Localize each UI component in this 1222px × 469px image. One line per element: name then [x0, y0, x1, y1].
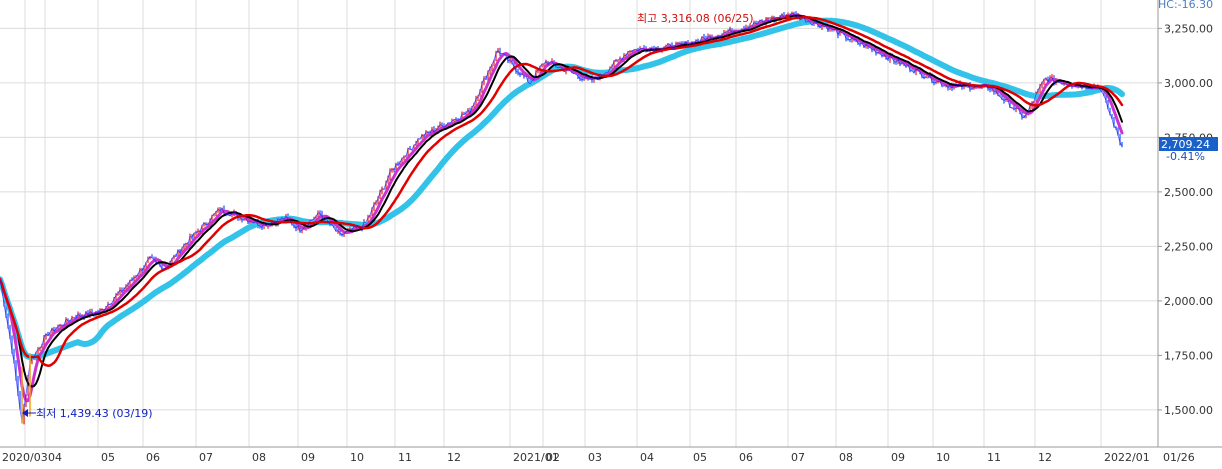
stock-index-chart: 3,250.003,000.002,750.002,500.002,250.00…: [0, 0, 1222, 464]
x-tick-label: 05: [101, 451, 115, 464]
x-tick-label: 07: [199, 451, 213, 464]
y-axis-ticks: 3,250.003,000.002,750.002,500.002,250.00…: [1158, 22, 1213, 417]
x-tick-label: 05: [693, 451, 707, 464]
x-tick-label: 04: [48, 451, 62, 464]
x-tick-label: 2020/03: [2, 451, 48, 464]
x-tick-label: 07: [791, 451, 805, 464]
x-tick-label: 10: [350, 451, 364, 464]
x-tick-label: 09: [301, 451, 315, 464]
x-tick-label: 10: [936, 451, 950, 464]
current-change-label: -0.41%: [1166, 150, 1205, 163]
x-tick-label: 12: [1038, 451, 1052, 464]
x-axis-ticks: 2020/03 04 05 06 07 08 09 10 11 12 2021/0102 03 04 05…: [2, 451, 1150, 464]
x-tick-label: 04: [640, 451, 654, 464]
low-annotation: 최저 1,439.43 (03/19): [22, 407, 153, 420]
top-right-label: HC:-16.30: [1158, 0, 1213, 11]
x-tick-label: 03: [588, 451, 602, 464]
x-tick-label: 12: [447, 451, 461, 464]
x-tick-label: 08: [252, 451, 266, 464]
x-tick-label: 09: [891, 451, 905, 464]
x-tick-label: 11: [987, 451, 1001, 464]
y-tick-label: 2,500.00: [1164, 186, 1213, 199]
current-value-marker: 2,709.24 -0.41%: [1159, 137, 1218, 163]
y-tick-label: 1,500.00: [1164, 404, 1213, 417]
x-tick-label: 06: [739, 451, 753, 464]
x-tick-label: 11: [398, 451, 412, 464]
low-annotation-label: 최저 1,439.43 (03/19): [36, 407, 153, 420]
y-tick-label: 2,000.00: [1164, 295, 1213, 308]
x-tick-label: 2022/01: [1104, 451, 1150, 464]
y-tick-label: 2,250.00: [1164, 240, 1213, 253]
date-label: 01/26: [1163, 451, 1195, 464]
y-tick-label: 3,250.00: [1164, 22, 1213, 35]
x-tick-label: 06: [146, 451, 160, 464]
x-tick-label: 02: [546, 451, 560, 464]
y-tick-label: 3,000.00: [1164, 77, 1213, 90]
y-tick-label: 1,750.00: [1164, 349, 1213, 362]
x-tick-label: 08: [839, 451, 853, 464]
high-annotation-label: 최고 3,316.08 (06/25): [637, 12, 754, 25]
